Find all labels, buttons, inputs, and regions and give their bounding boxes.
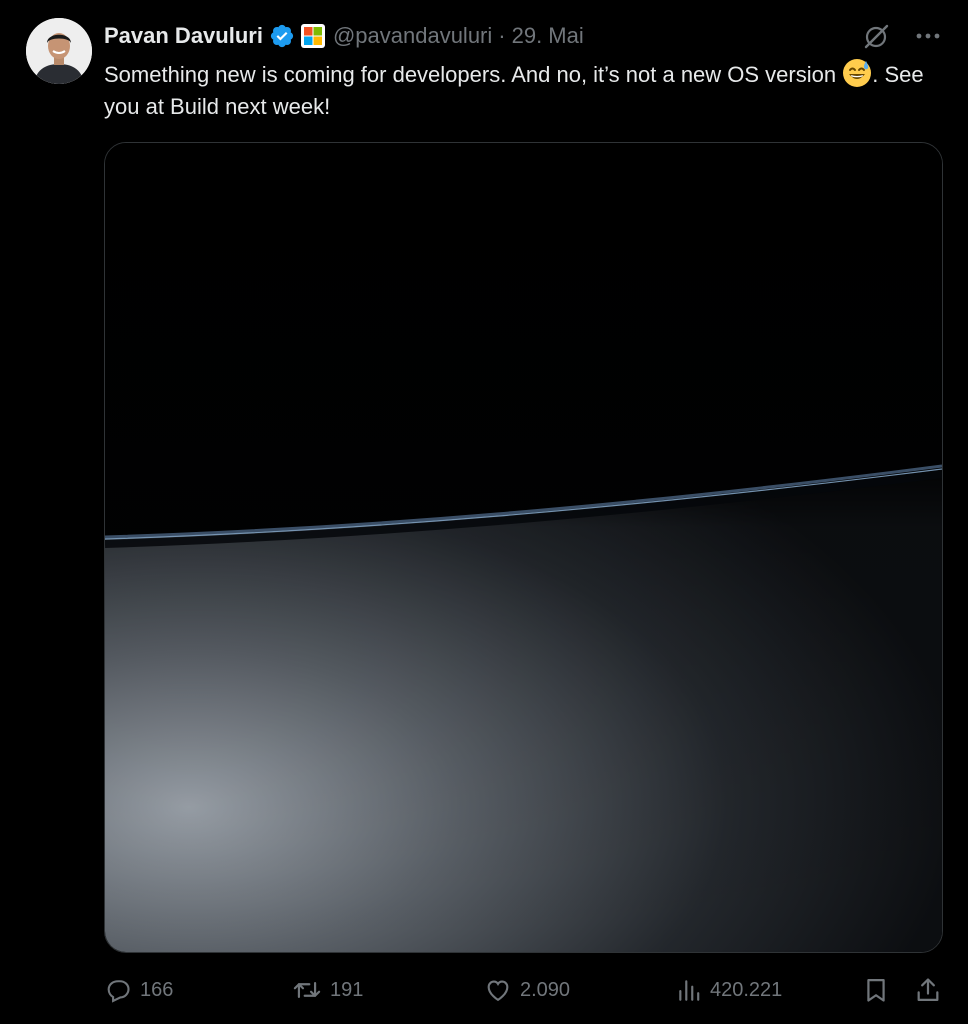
- post-top-actions: [860, 20, 944, 52]
- post-text: Something new is coming for developers. …: [104, 58, 944, 123]
- share-icon: [914, 976, 942, 1004]
- grok-icon[interactable]: [860, 20, 892, 52]
- views-chart-icon: [676, 976, 702, 1004]
- reply-button[interactable]: 166: [104, 970, 173, 1010]
- post-header: Pavan Davuluri @pavandavuluri · 29. Mai: [104, 19, 584, 53]
- post-text-part1: Something new is coming for developers. …: [104, 62, 843, 87]
- avatar[interactable]: [26, 18, 92, 84]
- post-media-image[interactable]: [104, 142, 943, 953]
- reply-icon: [104, 976, 132, 1004]
- bookmark-button[interactable]: [862, 970, 890, 1010]
- views-button[interactable]: 420.221: [676, 970, 782, 1010]
- author-handle[interactable]: @pavandavuluri: [333, 23, 492, 49]
- bookmark-icon: [862, 976, 890, 1004]
- like-button[interactable]: 2.090: [484, 970, 570, 1010]
- post-date[interactable]: 29. Mai: [512, 23, 584, 49]
- header-separator: ·: [498, 23, 506, 48]
- verified-badge-icon[interactable]: [269, 23, 295, 49]
- repost-count: 191: [330, 978, 364, 1001]
- grinning-face-with-sweat-icon: [842, 58, 872, 88]
- more-options-icon[interactable]: [912, 20, 944, 52]
- like-count: 2.090: [520, 978, 571, 1001]
- views-count: 420.221: [710, 978, 783, 1001]
- author-display-name[interactable]: Pavan Davuluri: [104, 23, 263, 49]
- repost-button[interactable]: 191: [292, 970, 363, 1010]
- share-button[interactable]: [914, 970, 942, 1010]
- heart-icon: [484, 976, 512, 1004]
- microsoft-logo-icon[interactable]: [300, 24, 325, 48]
- repost-icon: [292, 976, 322, 1004]
- post-action-bar: 166 191 2.090 420.221: [0, 970, 968, 1010]
- reply-count: 166: [140, 978, 174, 1001]
- tweet[interactable]: Pavan Davuluri @pavandavuluri · 29. Mai: [0, 0, 968, 1024]
